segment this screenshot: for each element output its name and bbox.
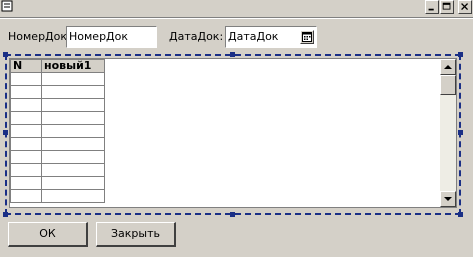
doc-number-label: НомерДок:	[8, 30, 71, 43]
resize-handle[interactable]	[230, 52, 235, 57]
scroll-up-button[interactable]	[440, 59, 456, 75]
data-grid[interactable]: N новый1	[9, 58, 457, 208]
close-window-button[interactable]	[458, 0, 472, 14]
doc-date-label: ДатаДок:	[169, 30, 224, 43]
calendar-icon	[302, 32, 312, 42]
arrow-down-icon	[444, 197, 452, 201]
arrow-up-icon	[444, 65, 452, 69]
grid-cell[interactable]	[41, 111, 105, 125]
grid-cell[interactable]	[41, 189, 105, 203]
minimize-icon	[428, 8, 434, 11]
minimize-button[interactable]	[425, 0, 439, 14]
grid-cell[interactable]	[10, 176, 42, 190]
table-row[interactable]	[10, 176, 105, 190]
resize-handle[interactable]	[458, 130, 463, 135]
grid-cell[interactable]	[41, 163, 105, 177]
maximize-button[interactable]	[440, 0, 454, 14]
maximize-icon	[442, 2, 451, 10]
resize-handle[interactable]	[3, 212, 8, 217]
ok-button[interactable]: ОК	[8, 222, 88, 247]
document-window-icon[interactable]	[1, 0, 15, 12]
date-picker-button[interactable]	[300, 30, 314, 44]
resize-handle[interactable]	[3, 130, 8, 135]
table-row[interactable]	[10, 98, 105, 112]
grid-cell[interactable]	[41, 137, 105, 151]
grid-cell[interactable]	[10, 137, 42, 151]
resize-handle[interactable]	[458, 212, 463, 217]
scroll-thumb[interactable]	[440, 75, 456, 95]
grid-cell[interactable]	[10, 111, 42, 125]
grid-table: N новый1	[10, 59, 105, 203]
grid-cell[interactable]	[41, 150, 105, 164]
close-button[interactable]: Закрыть	[96, 222, 176, 247]
column-header-new1[interactable]: новый1	[41, 59, 105, 73]
grid-cell[interactable]	[10, 189, 42, 203]
grid-cell[interactable]	[41, 98, 105, 112]
grid-cell[interactable]	[10, 150, 42, 164]
grid-cell[interactable]	[10, 163, 42, 177]
table-row[interactable]	[10, 124, 105, 138]
vertical-scrollbar[interactable]	[440, 59, 456, 207]
grid-cell[interactable]	[41, 72, 105, 86]
title-divider	[0, 17, 473, 19]
table-row[interactable]	[10, 189, 105, 203]
close-icon	[461, 3, 469, 11]
resize-handle[interactable]	[3, 52, 8, 57]
resize-handle[interactable]	[458, 52, 463, 57]
scroll-down-button[interactable]	[440, 191, 456, 207]
grid-cell[interactable]	[10, 124, 42, 138]
grid-cell[interactable]	[41, 85, 105, 99]
table-row[interactable]	[10, 137, 105, 151]
grid-header-row: N новый1	[10, 59, 105, 73]
table-row[interactable]	[10, 111, 105, 125]
table-row[interactable]	[10, 150, 105, 164]
grid-cell[interactable]	[10, 72, 42, 86]
table-row[interactable]	[10, 85, 105, 99]
grid-cell[interactable]	[41, 124, 105, 138]
grid-cell[interactable]	[41, 176, 105, 190]
resize-handle[interactable]	[230, 212, 235, 217]
table-row[interactable]	[10, 163, 105, 177]
grid-cell[interactable]	[10, 85, 42, 99]
doc-number-field[interactable]: НомерДок	[66, 26, 157, 48]
title-bar	[0, 0, 473, 18]
grid-cell[interactable]	[10, 98, 42, 112]
table-row[interactable]	[10, 72, 105, 86]
column-header-n[interactable]: N	[10, 59, 42, 73]
